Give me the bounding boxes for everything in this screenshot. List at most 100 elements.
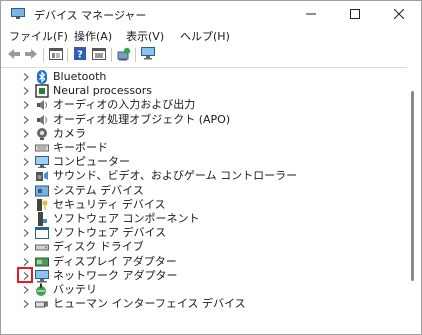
bluetooth-icon xyxy=(35,70,49,84)
tree-item-label: オーディオの入力および出力 xyxy=(53,98,196,112)
menu-help[interactable]: ヘルプ(H) xyxy=(180,28,230,44)
chevron-right-icon[interactable] xyxy=(22,240,30,254)
tree-item-label: キーボード xyxy=(53,141,108,154)
menu-action[interactable]: 操作(A) xyxy=(74,28,112,44)
chevron-right-icon[interactable] xyxy=(22,70,30,84)
monitor-icon xyxy=(141,47,155,63)
tree-item-label: セキュリティ デバイス xyxy=(53,197,166,211)
system-folder-icon xyxy=(35,184,49,198)
network-adapter-icon xyxy=(35,269,49,283)
chevron-right-icon[interactable] xyxy=(22,198,30,212)
device-tree[interactable]: Bluetooth Neural processors オーディオの入力および出力オ… xyxy=(1,67,407,334)
tree-item[interactable]: ヒューマン インターフェイス デバイス xyxy=(1,297,401,311)
forward-button[interactable] xyxy=(23,47,39,63)
help-button[interactable]: ? xyxy=(72,47,88,63)
tree-item[interactable]: カメラ xyxy=(1,127,401,141)
tree-item[interactable]: ディスプレイ アダプター xyxy=(1,255,401,269)
chevron-right-icon[interactable] xyxy=(22,283,30,297)
tree-item[interactable]: システム デバイス xyxy=(1,184,401,198)
tree-item-label: Bluetooth xyxy=(53,70,107,83)
toolbar: ? xyxy=(1,45,421,65)
chevron-right-icon[interactable] xyxy=(22,184,30,198)
display-adapter-icon xyxy=(35,255,49,269)
help-icon: ? xyxy=(74,47,86,63)
tree-item[interactable]: ディスク ドライブ xyxy=(1,240,401,254)
device-manager-window: デバイス マネージャー ファイル(F) 操作(A) 表示(V) ヘルプ(H) ? xyxy=(0,0,422,335)
speaker-icon xyxy=(35,98,49,112)
tree-item[interactable]: オーディオ処理オブジェクト (APO) xyxy=(1,113,401,127)
back-button[interactable] xyxy=(6,47,22,63)
tree-item[interactable]: オーディオの入力および出力 xyxy=(1,98,401,112)
tree-item[interactable]: バッテリ xyxy=(1,283,401,297)
sound-icon xyxy=(35,169,49,183)
chevron-right-icon[interactable] xyxy=(22,141,30,155)
toolbar-separator xyxy=(135,48,136,62)
tree-item-label: ネットワーク アダプター xyxy=(53,268,178,282)
battery-icon xyxy=(35,283,49,297)
software-device-icon xyxy=(35,226,49,240)
scan-hardware-icon xyxy=(117,47,131,64)
title-bar[interactable]: デバイス マネージャー xyxy=(1,1,421,27)
software-component-icon xyxy=(35,212,49,226)
tree-item-label: ソフトウェア デバイス xyxy=(53,226,167,240)
minimize-button[interactable] xyxy=(289,1,333,27)
tree-item-label: Neural processors xyxy=(53,84,153,98)
tree-item-label: オーディオ処理オブジェクト (APO) xyxy=(53,112,231,126)
tree-item[interactable]: Neural processors xyxy=(1,84,401,98)
forward-arrow-icon xyxy=(24,48,38,63)
menu-view[interactable]: 表示(V) xyxy=(126,28,164,44)
computer-icon xyxy=(35,155,49,169)
disk-drive-icon xyxy=(35,240,49,254)
back-arrow-icon xyxy=(7,48,21,63)
tree-item[interactable]: ネットワーク アダプター xyxy=(1,266,401,283)
chevron-right-icon[interactable] xyxy=(22,127,30,141)
tree-item[interactable]: Bluetooth xyxy=(1,70,401,84)
tree-item[interactable]: キーボード xyxy=(1,141,401,155)
scan-hardware-button[interactable] xyxy=(116,47,132,63)
tree-item[interactable]: サウンド、ビデオ、およびゲーム コントローラー xyxy=(1,169,401,183)
camera-icon xyxy=(35,127,49,141)
vertical-scrollbar[interactable] xyxy=(408,67,420,334)
chevron-right-icon[interactable] xyxy=(22,226,30,240)
properties-button[interactable] xyxy=(48,47,64,63)
highlight-box xyxy=(17,266,33,283)
scrollbar-thumb[interactable] xyxy=(411,91,414,281)
maximize-button[interactable] xyxy=(333,1,377,27)
toolbar-separator xyxy=(111,48,112,62)
properties-window-icon xyxy=(49,47,63,63)
hid-icon xyxy=(35,297,49,311)
chevron-right-icon[interactable] xyxy=(22,297,30,311)
tree-item-label: ヒューマン インターフェイス デバイス xyxy=(53,297,246,311)
tree-item[interactable]: ソフトウェア コンポーネント xyxy=(1,212,401,226)
tree-item[interactable]: セキュリティ デバイス xyxy=(1,198,401,212)
speaker-icon xyxy=(35,113,49,127)
window-title: デバイス マネージャー xyxy=(34,9,147,22)
chevron-right-icon[interactable] xyxy=(22,113,30,127)
view-button[interactable] xyxy=(91,47,107,63)
tree-item-label: ディスク ドライブ xyxy=(53,240,144,254)
monitor-button[interactable] xyxy=(140,47,156,63)
tree-item-label: システム デバイス xyxy=(53,183,144,197)
chevron-right-icon[interactable] xyxy=(22,212,30,226)
chevron-right-icon[interactable] xyxy=(22,155,30,169)
tree-item-label: ディスプレイ アダプター xyxy=(53,254,177,268)
tree-item-label: サウンド、ビデオ、およびゲーム コントローラー xyxy=(53,169,298,183)
tree-item[interactable]: ソフトウェア デバイス xyxy=(1,226,401,240)
security-key-icon xyxy=(35,198,49,212)
tree-item-label: カメラ xyxy=(53,126,86,140)
menu-file[interactable]: ファイル(F) xyxy=(9,28,68,44)
chip-icon xyxy=(35,84,49,98)
tree-item-label: コンピューター xyxy=(53,155,130,169)
svg-text:?: ? xyxy=(77,50,83,61)
tree-item[interactable]: コンピューター xyxy=(1,155,401,169)
toolbar-separator xyxy=(43,48,44,62)
toolbar-separator xyxy=(67,48,68,62)
tree-item-label: ソフトウェア コンポーネント xyxy=(53,212,200,225)
device-manager-icon xyxy=(11,8,25,19)
close-button[interactable] xyxy=(377,1,421,27)
view-window-icon xyxy=(92,47,106,63)
chevron-right-icon[interactable] xyxy=(22,98,30,112)
chevron-right-icon[interactable] xyxy=(22,84,30,98)
keyboard-icon xyxy=(35,141,49,155)
chevron-right-icon[interactable] xyxy=(22,169,30,183)
